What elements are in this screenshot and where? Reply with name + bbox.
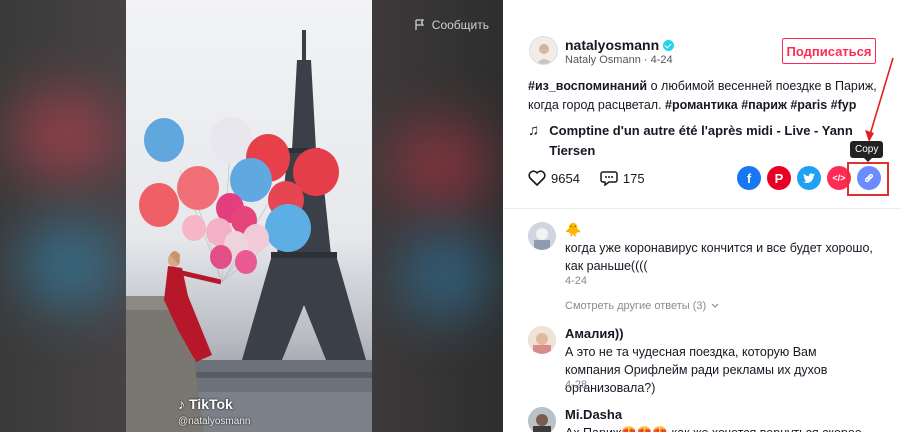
engagement-stats: 9654 175 xyxy=(528,170,665,186)
blur-decoration xyxy=(10,90,120,180)
tiktok-watermark: ♪ TikTok xyxy=(178,396,233,412)
commenter-name[interactable]: Mi.Dasha xyxy=(565,407,622,422)
view-more-replies[interactable]: Смотреть другие ответы (3) xyxy=(565,300,719,312)
like-count: 9654 xyxy=(551,170,580,186)
video-info-panel: natalyosmann Nataly Osmann · 4-24 Подпис… xyxy=(503,0,901,432)
comment-count: 175 xyxy=(622,170,645,186)
author-subline: Nataly Osmann · 4-24 xyxy=(565,54,673,66)
facebook-icon[interactable]: f xyxy=(737,166,761,190)
comment-icon[interactable] xyxy=(600,170,618,186)
pinterest-icon[interactable]: P xyxy=(767,166,791,190)
watermark-username: @natalyosmann xyxy=(178,416,251,427)
blur-decoration xyxy=(390,120,490,210)
commenter-avatar[interactable] xyxy=(528,326,556,354)
comment-item: Амалия)) А это не та чудесная поездка, к… xyxy=(528,326,878,396)
hashtag[interactable]: #из_воспоминаний xyxy=(528,79,647,93)
like-stat[interactable]: 9654 xyxy=(528,170,580,186)
author-avatar[interactable] xyxy=(529,36,558,65)
comment-text: когда уже коронавирус кончится и все буд… xyxy=(565,241,873,273)
more-replies-label[interactable]: Смотреть другие ответы (3) xyxy=(565,300,706,312)
blur-decoration xyxy=(400,230,490,320)
comment-text: А это не та чудесная поездка, которую Ва… xyxy=(565,345,828,395)
music-title[interactable]: Comptine d'un autre été l'après midi - L… xyxy=(549,121,868,161)
tiktok-logo-icon: ♪ xyxy=(178,396,185,412)
watermark-brand: TikTok xyxy=(189,396,233,412)
music-link[interactable]: ♫ Comptine d'un autre été l'après midi -… xyxy=(528,121,868,161)
flag-icon xyxy=(415,19,424,30)
copy-highlight-box xyxy=(847,162,889,196)
commenter-avatar[interactable] xyxy=(528,407,556,432)
comment-date: 4-28 xyxy=(565,379,588,391)
heart-icon[interactable] xyxy=(528,170,546,186)
comment-item: Mi.Dasha Ах Париж😍😍😍 как же хочется верн… xyxy=(528,407,878,432)
video-stage[interactable]: Сообщить ♪ TikTok @natalyosmann xyxy=(0,0,503,432)
hashtag[interactable]: #fyp xyxy=(831,98,857,112)
video-description: #из_воспоминаний о любимой весенней поез… xyxy=(528,77,878,115)
twitter-icon[interactable] xyxy=(797,166,821,190)
comments-divider xyxy=(503,208,901,209)
dot-separator: · xyxy=(643,54,651,66)
author-username-text[interactable]: natalyosmann xyxy=(565,37,659,53)
post-date: 4-24 xyxy=(650,54,673,66)
comment-date: 4-24 xyxy=(565,275,588,287)
hashtag[interactable]: #paris xyxy=(790,98,827,112)
hashtag[interactable]: #романтика xyxy=(665,98,738,112)
avatar-image xyxy=(530,37,557,64)
music-note-icon: ♫ xyxy=(528,122,540,139)
commenter-avatar[interactable] xyxy=(528,222,556,250)
report-button[interactable]: Сообщить xyxy=(415,18,489,32)
verified-badge-icon xyxy=(663,39,675,51)
video-player[interactable] xyxy=(126,0,372,432)
report-label: Сообщить xyxy=(431,18,489,32)
copy-tooltip: Copy xyxy=(850,141,884,162)
chevron-down-icon xyxy=(711,303,719,308)
hashtag[interactable]: #париж xyxy=(741,98,787,112)
blur-decoration xyxy=(20,220,120,310)
video-frame xyxy=(126,30,372,432)
commenter-name[interactable]: Амалия)) xyxy=(565,326,624,341)
comment-item: 🐥 когда уже коронавирус кончится и все б… xyxy=(528,222,878,292)
commenter-name[interactable]: 🐥 xyxy=(565,222,581,238)
comment-stat[interactable]: 175 xyxy=(600,170,645,186)
author-display-name: Nataly Osmann xyxy=(565,54,641,66)
comment-text: Ах Париж😍😍😍 как же хочется вернуться ско… xyxy=(565,424,875,432)
author-username[interactable]: natalyosmann xyxy=(565,37,675,53)
follow-button[interactable]: Подписаться xyxy=(782,38,876,64)
